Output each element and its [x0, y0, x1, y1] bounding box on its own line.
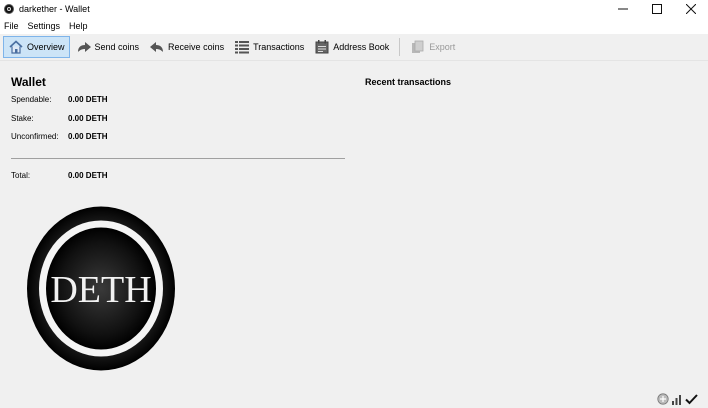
maximize-icon [652, 3, 662, 14]
logo-text: DETH [50, 269, 151, 311]
tab-address-book-label: Address Book [333, 42, 390, 52]
arrow-forward-icon [76, 39, 92, 55]
close-icon [686, 3, 696, 14]
menu-file[interactable]: File [0, 21, 24, 31]
menu-help[interactable]: Help [65, 21, 93, 31]
tab-send-coins[interactable]: Send coins [72, 36, 144, 58]
unconfirmed-label: Unconfirmed: [11, 132, 59, 141]
window-controls [606, 0, 708, 17]
tab-overview[interactable]: Overview [3, 36, 70, 58]
home-icon [8, 39, 24, 55]
wallet-heading: Wallet [11, 75, 46, 89]
tab-address-book[interactable]: Address Book [310, 36, 393, 58]
status-bar [657, 393, 698, 407]
tab-receive-coins-label: Receive coins [168, 42, 225, 52]
deth-logo: DETH [26, 205, 176, 372]
total-label: Total: [11, 171, 31, 180]
menu-settings[interactable]: Settings [24, 21, 66, 31]
arrow-back-icon [149, 39, 165, 55]
recent-transactions-heading: Recent transactions [365, 77, 452, 87]
export-button-label: Export [429, 42, 456, 52]
minimize-icon [618, 8, 628, 9]
stake-label: Stake: [11, 114, 34, 123]
signal-bars-icon [672, 393, 682, 407]
title-bar: darkether - Wallet [0, 0, 708, 17]
menu-bar: File Settings Help [0, 17, 708, 34]
unconfirmed-value: 0.00 DETH [68, 132, 108, 141]
close-button[interactable] [674, 0, 708, 17]
tab-receive-coins[interactable]: Receive coins [145, 36, 228, 58]
export-icon [410, 39, 426, 55]
maximize-button[interactable] [640, 0, 674, 17]
stake-value: 0.00 DETH [68, 114, 108, 123]
darkether-coin-icon [4, 3, 14, 14]
tab-transactions[interactable]: Transactions [230, 36, 308, 58]
balance-divider [11, 158, 345, 159]
address-book-icon [314, 39, 330, 55]
minimize-button[interactable] [606, 0, 640, 17]
spendable-label: Spendable: [11, 95, 52, 104]
toolbar-separator [399, 38, 401, 56]
check-icon [685, 393, 698, 407]
export-button[interactable]: Export [406, 36, 459, 58]
spendable-value: 0.00 DETH [68, 95, 108, 104]
toolbar: Overview Send coins Receive coins Transa… [0, 34, 708, 61]
list-icon [234, 39, 250, 55]
total-value: 0.00 DETH [68, 171, 108, 180]
window-title: darkether - Wallet [19, 3, 90, 14]
tab-send-coins-label: Send coins [94, 42, 140, 52]
tab-overview-label: Overview [27, 42, 65, 52]
tab-transactions-label: Transactions [253, 42, 305, 52]
network-icon [657, 393, 669, 407]
